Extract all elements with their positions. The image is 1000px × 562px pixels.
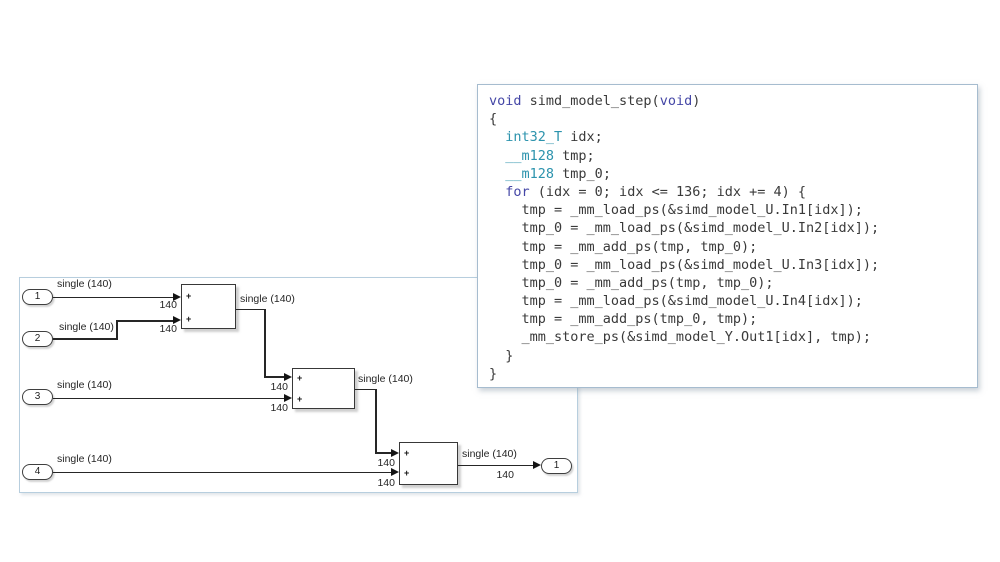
code-line: tmp_0 = _mm_load_ps(&simd_model_U.In2[id… [489, 219, 971, 237]
code-line: tmp_0 = _mm_add_ps(tmp, tmp_0); [489, 274, 971, 292]
inport-2-label: 2 [35, 334, 41, 344]
figure-canvas: 1 single (140) 140 2 single (140) 140 + … [0, 0, 1000, 562]
inport-1-label: 1 [35, 292, 41, 302]
wire-arrowhead-icon [391, 449, 399, 457]
code-line: tmp = _mm_load_ps(&simd_model_U.In1[idx]… [489, 201, 971, 219]
wire-in1[interactable] [53, 297, 173, 299]
wire-in2-seg1[interactable] [53, 338, 117, 340]
signal-label-sum3-out: single (140) [462, 449, 517, 460]
signal-label-in1: single (140) [57, 279, 112, 290]
sum1-plus-bottom: + [186, 315, 191, 324]
wire-out1[interactable] [458, 465, 534, 467]
wire-sum1-out-seg3[interactable] [264, 376, 284, 378]
code-line: for (idx = 0; idx <= 136; idx += 4) { [489, 183, 971, 201]
code-line: __m128 tmp_0; [489, 165, 971, 183]
signal-label-sum2-out: single (140) [358, 374, 413, 385]
wire-arrowhead-icon [284, 373, 292, 381]
wire-arrowhead-icon [391, 468, 399, 476]
code-line: tmp = _mm_add_ps(tmp, tmp_0); [489, 238, 971, 256]
width-label-out1: 140 [490, 470, 514, 481]
width-label-sum1-in2: 140 [153, 324, 177, 335]
wire-sum2-out-seg2[interactable] [375, 389, 377, 453]
wire-in3[interactable] [53, 398, 284, 400]
wire-arrowhead-icon [284, 394, 292, 402]
wire-sum2-out-seg3[interactable] [375, 452, 391, 454]
sum3-plus-bottom: + [404, 469, 409, 478]
signal-label-in4: single (140) [57, 454, 112, 465]
inport-4[interactable]: 4 [22, 464, 53, 480]
width-label-sum2-in1: 140 [264, 382, 288, 393]
outport-1-label: 1 [554, 461, 560, 471]
signal-label-sum1-out: single (140) [240, 294, 295, 305]
inport-3[interactable]: 3 [22, 389, 53, 405]
wire-in2-seg3[interactable] [116, 320, 173, 322]
width-label-sum2-in2: 140 [264, 403, 288, 414]
wire-sum1-out-seg1[interactable] [236, 309, 265, 311]
sum3-plus-top: + [404, 449, 409, 458]
width-label-sum3-in1: 140 [371, 458, 395, 469]
wire-in2-seg2[interactable] [116, 320, 118, 340]
signal-label-in3: single (140) [57, 380, 112, 391]
code-line: int32_T idx; [489, 128, 971, 146]
code-line: tmp = _mm_add_ps(tmp_0, tmp); [489, 310, 971, 328]
inport-3-label: 3 [35, 392, 41, 402]
sum2-plus-top: + [297, 374, 302, 383]
inport-1[interactable]: 1 [22, 289, 53, 305]
code-line: tmp = _mm_load_ps(&simd_model_U.In4[idx]… [489, 292, 971, 310]
sum1-plus-top: + [186, 292, 191, 301]
wire-arrowhead-icon [533, 461, 541, 469]
code-line: } [489, 347, 971, 365]
inport-2[interactable]: 2 [22, 331, 53, 347]
wire-sum1-out-seg2[interactable] [264, 309, 266, 378]
code-line: tmp_0 = _mm_load_ps(&simd_model_U.In3[id… [489, 256, 971, 274]
code-line: _mm_store_ps(&simd_model_Y.Out1[idx], tm… [489, 328, 971, 346]
inport-4-label: 4 [35, 467, 41, 477]
code-content: void simd_model_step(void){ int32_T idx;… [478, 85, 977, 389]
signal-label-in2: single (140) [59, 322, 114, 333]
generated-code-panel: void simd_model_step(void){ int32_T idx;… [477, 84, 978, 388]
wire-in4[interactable] [53, 472, 391, 474]
width-label-sum1-in1: 140 [153, 300, 177, 311]
code-line: void simd_model_step(void) [489, 92, 971, 110]
width-label-sum3-in2: 140 [371, 478, 395, 489]
code-line: __m128 tmp; [489, 147, 971, 165]
code-line: { [489, 110, 971, 128]
code-line: } [489, 365, 971, 383]
outport-1[interactable]: 1 [541, 458, 572, 474]
sum2-plus-bottom: + [297, 395, 302, 404]
wire-sum2-out-seg1[interactable] [355, 389, 376, 391]
